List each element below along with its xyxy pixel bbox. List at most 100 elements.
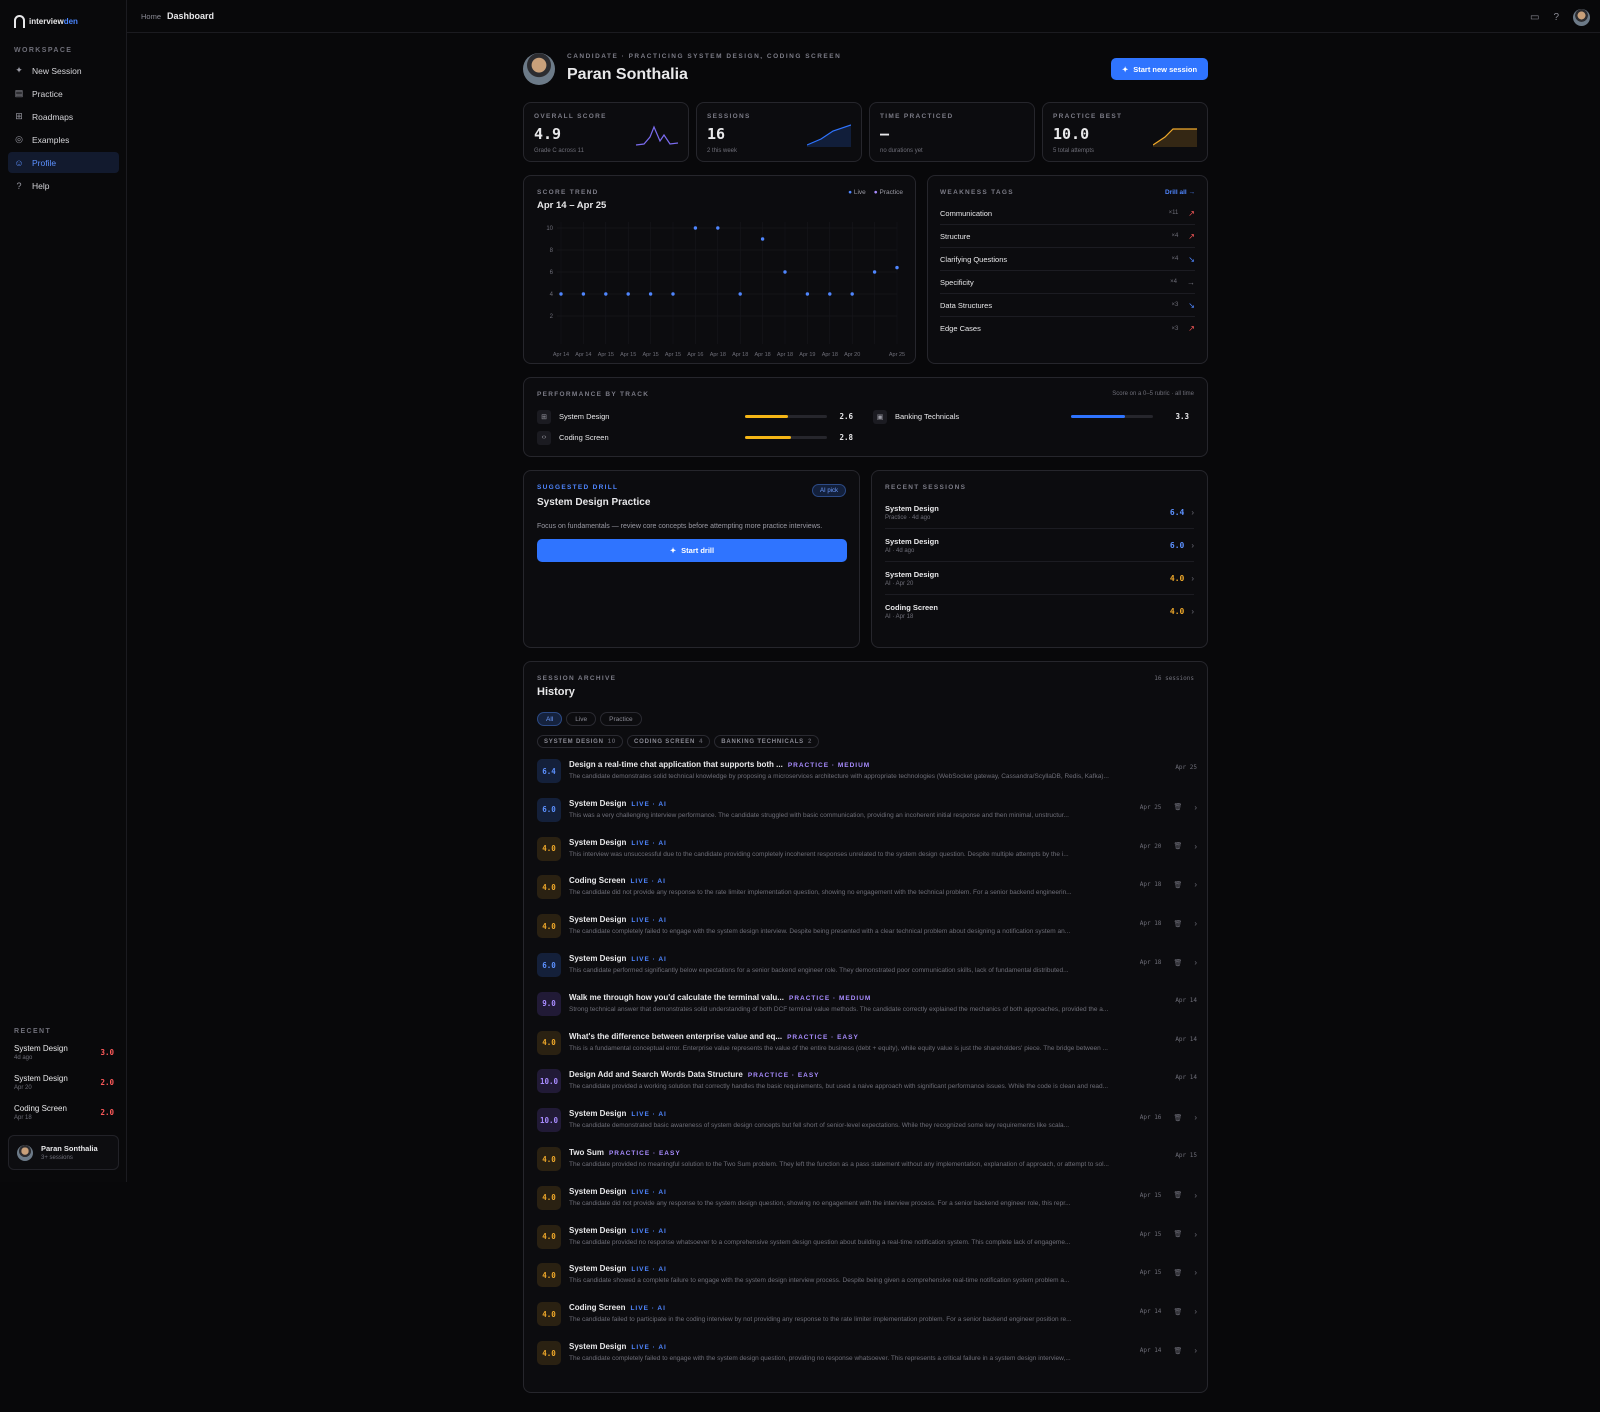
data-point[interactable] xyxy=(850,292,854,296)
sidebar-item-practice[interactable]: ▤ Practice xyxy=(8,83,119,104)
trash-icon[interactable]: 🗑 xyxy=(1173,1308,1182,1316)
history-row[interactable]: 6.0 System Design LIVE · AI This candidat… xyxy=(537,951,1197,985)
start-drill-button[interactable]: ✦ Start drill xyxy=(537,539,847,562)
data-point[interactable] xyxy=(581,292,586,296)
weakness-item[interactable]: Specificity ×4 → xyxy=(940,271,1195,294)
weakness-item[interactable]: Clarifying Questions ×4 ↘ xyxy=(940,248,1195,271)
user-card[interactable]: Paran Sonthalia 3+ sessions xyxy=(8,1135,119,1170)
track-filter-chip[interactable]: SYSTEM DESIGN 10 xyxy=(537,735,624,748)
weakness-item[interactable]: Edge Cases ×3 ↗ xyxy=(940,317,1195,340)
sidebar-item-profile[interactable]: ☺ Profile xyxy=(8,152,119,173)
history-row[interactable]: 9.0 Walk me through how you'd calculate … xyxy=(537,990,1197,1024)
monitor-icon[interactable]: ▭ xyxy=(1530,12,1539,23)
track-bar-fill xyxy=(745,415,788,418)
track-filter-chip[interactable]: CODING SCREEN 4 xyxy=(627,735,711,748)
filter-practice[interactable]: Practice xyxy=(600,712,642,726)
history-row[interactable]: 6.0 System Design LIVE · AI This was a ve… xyxy=(537,796,1197,830)
history-row[interactable]: 10.0 Design Add and Search Words Data St… xyxy=(537,1067,1197,1101)
help-circle-icon[interactable]: ? xyxy=(1553,12,1559,23)
history-row[interactable]: 4.0 System Design LIVE · AI The candidate… xyxy=(537,1223,1197,1257)
trash-icon[interactable]: 🗑 xyxy=(1173,842,1182,850)
history-row[interactable]: 4.0 System Design LIVE · AI The candidate… xyxy=(537,1184,1197,1218)
chevron-right-icon[interactable]: › xyxy=(1194,1191,1197,1200)
sidebar-item-new-session[interactable]: ✦ New Session xyxy=(8,60,119,81)
sidebar-item-examples[interactable]: ◎ Examples xyxy=(8,129,119,150)
chevron-right-icon[interactable]: › xyxy=(1194,842,1197,851)
history-row[interactable]: 6.4 Design a real-time chat application … xyxy=(537,757,1197,791)
data-point[interactable] xyxy=(895,265,899,270)
trash-icon[interactable]: 🗑 xyxy=(1173,1191,1182,1199)
data-point[interactable] xyxy=(693,226,698,230)
data-point[interactable] xyxy=(716,226,720,230)
history-row[interactable]: 4.0 What's the difference between enterp… xyxy=(537,1029,1197,1063)
chevron-right-icon[interactable]: › xyxy=(1194,919,1197,928)
sidebar-item-help[interactable]: ? Help xyxy=(8,175,119,196)
recent-sessions-list: System Design Practice · 4d ago 6.4 › Sy… xyxy=(885,496,1194,628)
trash-icon[interactable]: 🗑 xyxy=(1173,1114,1182,1122)
score-trend-card: SCORE TREND Apr 14 – Apr 25 ● Live ● Pra… xyxy=(523,175,916,364)
history-title: Two Sum xyxy=(569,1148,604,1157)
top-avatar[interactable] xyxy=(1573,9,1590,26)
data-point[interactable] xyxy=(671,292,675,296)
breadcrumb-home[interactable]: Home xyxy=(141,12,161,21)
recent-session-row[interactable]: System Design Practice · 4d ago 6.4 › xyxy=(885,496,1194,529)
recent-session-row[interactable]: System Design AI · Apr 20 4.0 › xyxy=(885,562,1194,595)
history-row[interactable]: 4.0 System Design LIVE · AI The candidate… xyxy=(537,912,1197,946)
x-tick-label: Apr 18 xyxy=(710,352,726,358)
data-point[interactable] xyxy=(760,237,765,241)
data-point[interactable] xyxy=(604,292,608,296)
chevron-right-icon[interactable]: › xyxy=(1194,1230,1197,1239)
trash-icon[interactable]: 🗑 xyxy=(1173,803,1182,811)
trash-icon[interactable]: 🗑 xyxy=(1173,881,1182,889)
chevron-right-icon[interactable]: › xyxy=(1194,880,1197,889)
start-new-session-button[interactable]: ✦ Start new session xyxy=(1111,58,1208,80)
app-logo[interactable]: interviewden xyxy=(14,15,78,28)
recent-item-score: 2.0 xyxy=(100,1108,114,1117)
chevron-right-icon[interactable]: › xyxy=(1194,1113,1197,1122)
history-row[interactable]: 4.0 System Design LIVE · AI The candidate… xyxy=(537,1339,1197,1373)
history-tag: LIVE · AI xyxy=(631,1188,667,1196)
recent-session-row[interactable]: Coding Screen AI · Apr 18 4.0 › xyxy=(885,595,1194,628)
history-score: 4.0 xyxy=(537,1224,561,1249)
trash-icon[interactable]: 🗑 xyxy=(1173,959,1182,967)
weakness-item[interactable]: Structure ×4 ↗ xyxy=(940,225,1195,248)
data-point[interactable] xyxy=(648,292,653,296)
track-row[interactable]: ⊞ System Design 2.6 xyxy=(537,406,853,427)
history-row[interactable]: 4.0 System Design LIVE · AI This intervie… xyxy=(537,835,1197,869)
chevron-right-icon[interactable]: › xyxy=(1194,1307,1197,1316)
data-point[interactable] xyxy=(828,292,832,296)
chevron-right-icon[interactable]: › xyxy=(1194,1346,1197,1355)
data-point[interactable] xyxy=(872,270,877,274)
history-row[interactable]: 4.0 Two Sum PRACTICE · EASY The candidate… xyxy=(537,1145,1197,1179)
track-row[interactable]: ▣ Banking Technicals 3.3 xyxy=(873,406,1189,427)
weakness-item[interactable]: Communication ×11 ↗ xyxy=(940,202,1195,225)
filter-all[interactable]: All xyxy=(537,712,563,726)
history-row[interactable]: 4.0 Coding Screen LIVE · AI The candidate… xyxy=(537,1300,1197,1334)
chevron-right-icon[interactable]: › xyxy=(1194,958,1197,967)
data-point[interactable] xyxy=(783,270,787,274)
history-row[interactable]: 4.0 Coding Screen LIVE · AI The candidate… xyxy=(537,873,1197,907)
track-row[interactable]: ‹› Coding Screen 2.8 xyxy=(537,427,853,448)
recent-item[interactable]: System Design Apr 20 2.0 xyxy=(14,1074,114,1104)
chevron-right-icon[interactable]: › xyxy=(1194,803,1197,812)
recent-item[interactable]: Coding Screen Apr 18 2.0 xyxy=(14,1104,114,1134)
filter-live[interactable]: Live xyxy=(566,712,597,726)
trash-icon[interactable]: 🗑 xyxy=(1173,1230,1182,1238)
trash-icon[interactable]: 🗑 xyxy=(1173,1347,1182,1355)
sidebar-item-roadmaps[interactable]: ⊞ Roadmaps xyxy=(8,106,119,127)
recent-session-row[interactable]: System Design AI · 4d ago 6.0 › xyxy=(885,529,1194,562)
recent-item[interactable]: System Design 4d ago 3.0 xyxy=(14,1044,114,1074)
chevron-right-icon[interactable]: › xyxy=(1194,1268,1197,1277)
data-point[interactable] xyxy=(805,292,810,296)
history-row[interactable]: 4.0 System Design LIVE · AI This candidat… xyxy=(537,1261,1197,1295)
weakness-item[interactable]: Data Structures ×3 ↘ xyxy=(940,294,1195,317)
drill-all-link[interactable]: Drill all → xyxy=(1165,189,1195,196)
data-point[interactable] xyxy=(626,292,630,296)
history-row[interactable]: 10.0 System Design LIVE · AI The candidat… xyxy=(537,1106,1197,1140)
data-point[interactable] xyxy=(738,292,742,296)
ai-pick-badge: AI pick xyxy=(811,484,846,497)
track-filter-chip[interactable]: BANKING TECHNICALS 2 xyxy=(714,735,820,748)
data-point[interactable] xyxy=(559,292,563,296)
trash-icon[interactable]: 🗑 xyxy=(1173,920,1182,928)
trash-icon[interactable]: 🗑 xyxy=(1173,1269,1182,1277)
